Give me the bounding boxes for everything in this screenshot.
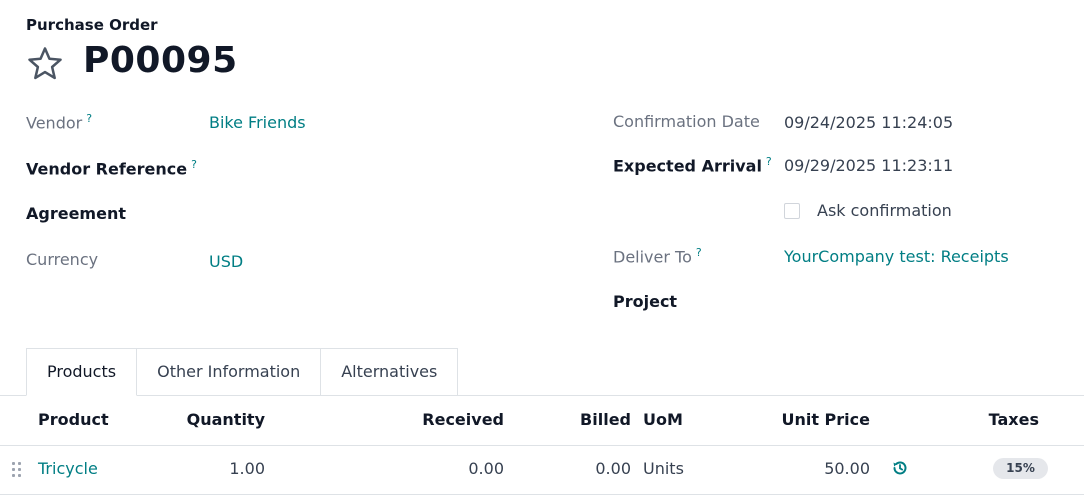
help-icon[interactable]: ? xyxy=(696,246,702,259)
tab-other-information[interactable]: Other Information xyxy=(137,348,322,396)
column-header-quantity[interactable]: Quantity xyxy=(165,410,265,429)
help-icon[interactable]: ? xyxy=(766,155,772,168)
cell-received[interactable]: 0.00 xyxy=(384,459,504,478)
currency-label: Currency xyxy=(26,250,99,269)
help-icon[interactable]: ? xyxy=(191,158,197,171)
ask-confirmation-checkbox[interactable] xyxy=(784,203,800,219)
cell-quantity[interactable]: 1.00 xyxy=(165,459,265,478)
column-header-received[interactable]: Received xyxy=(384,410,504,429)
currency-field[interactable]: USD xyxy=(209,252,243,271)
record-title: P00095 xyxy=(83,40,238,81)
column-header-product[interactable]: Product xyxy=(38,410,109,429)
project-label: Project xyxy=(613,292,678,311)
vendor-reference-label: Vendor Reference? xyxy=(26,158,197,179)
cell-uom[interactable]: Units xyxy=(643,459,684,478)
tab-products[interactable]: Products xyxy=(26,348,138,396)
help-icon[interactable]: ? xyxy=(86,112,92,125)
column-header-taxes[interactable]: Taxes xyxy=(959,410,1039,429)
confirmation-date-field[interactable]: 09/24/2025 11:24:05 xyxy=(784,113,953,132)
agreement-field[interactable] xyxy=(209,204,569,226)
project-field[interactable] xyxy=(784,292,1064,314)
column-header-billed[interactable]: Billed xyxy=(551,410,631,429)
expected-arrival-field[interactable]: 09/29/2025 11:23:11 xyxy=(784,156,953,175)
cell-billed[interactable]: 0.00 xyxy=(551,459,631,478)
notebook-tabs: Products Other Information Alternatives xyxy=(26,348,459,396)
column-header-uom[interactable]: UoM xyxy=(643,410,683,429)
star-icon[interactable] xyxy=(26,45,64,83)
vendor-label: Vendor? xyxy=(26,112,93,133)
record-subtitle: Purchase Order xyxy=(26,16,158,34)
history-icon[interactable] xyxy=(890,458,910,478)
drag-handle-icon[interactable] xyxy=(11,461,23,477)
tax-badge[interactable]: 15% xyxy=(993,458,1048,479)
vendor-field[interactable]: Bike Friends xyxy=(209,113,306,132)
table-header-divider xyxy=(0,445,1084,446)
deliver-to-label: Deliver To? xyxy=(613,246,702,267)
agreement-label: Agreement xyxy=(26,204,126,223)
tab-alternatives[interactable]: Alternatives xyxy=(321,348,459,396)
vendor-reference-field[interactable] xyxy=(209,158,569,180)
confirmation-date-label: Confirmation Date xyxy=(613,112,760,131)
deliver-to-field[interactable]: YourCompany test: Receipts xyxy=(784,247,1009,266)
expected-arrival-label: Expected Arrival? xyxy=(613,155,772,176)
cell-unit-price[interactable]: 50.00 xyxy=(749,459,870,478)
ask-confirmation-label[interactable]: Ask confirmation xyxy=(817,201,952,220)
table-row-divider xyxy=(0,494,1084,495)
cell-product[interactable]: Tricycle xyxy=(38,459,98,478)
column-header-unit-price[interactable]: Unit Price xyxy=(749,410,870,429)
